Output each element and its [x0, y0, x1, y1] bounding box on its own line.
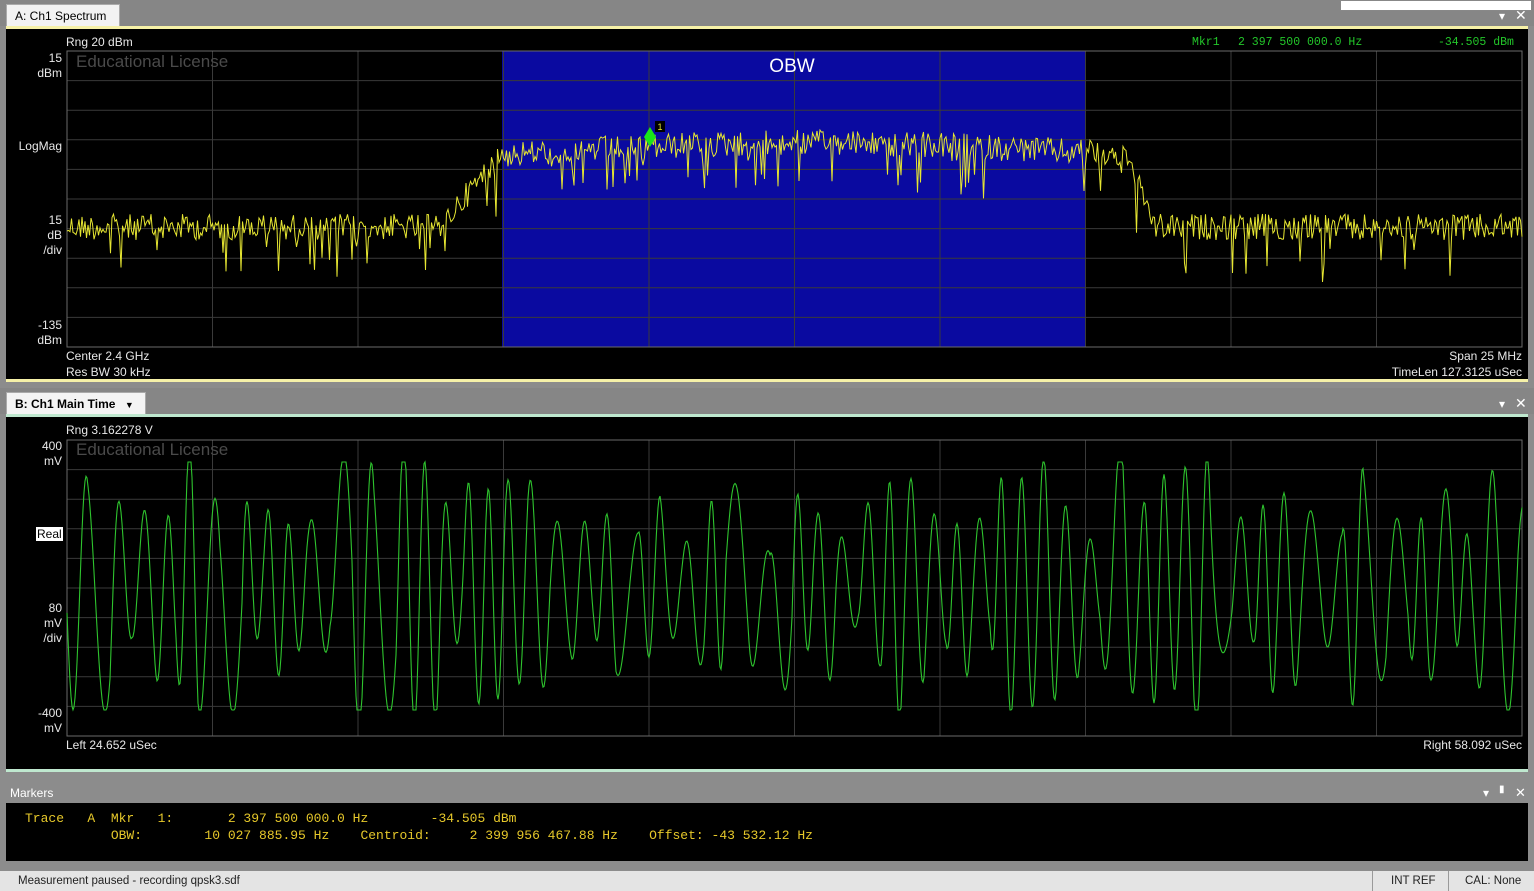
- tab-dropdown-icon[interactable]: ▼: [125, 400, 134, 410]
- y-bottom-label: -135 dBm: [37, 318, 62, 347]
- y-top-label: 15 dBm: [37, 51, 62, 80]
- watermark-a: Educational License: [76, 52, 229, 71]
- dropdown-arrow-icon[interactable]: ▾: [1483, 786, 1489, 800]
- res-bw-label: Res BW 30 kHz: [66, 365, 151, 379]
- y-format-label-b[interactable]: Real: [36, 527, 63, 541]
- center-freq-label: Center 2.4 GHz: [66, 349, 150, 363]
- timelen-label: TimeLen 127.3125 uSec: [1391, 365, 1522, 379]
- marker-header-value: -34.505 dBm: [1438, 36, 1514, 49]
- close-icon[interactable]: ✕: [1515, 395, 1527, 412]
- y-bottom-label-b: -400 mV: [37, 706, 62, 735]
- span-label: Span 25 MHz: [1449, 349, 1522, 363]
- marker-line-1: Trace A Mkr 1: 2 397 500 000.0 Hz -34.50…: [25, 811, 517, 826]
- spectrum-grid: [67, 51, 1522, 347]
- marker-line-2: OBW: 10 027 885.95 Hz Centroid: 2 399 95…: [25, 828, 813, 843]
- trace-a-range: Rng 20 dBm: [66, 35, 133, 49]
- marker-header-freq: 2 397 500 000.0 Hz: [1238, 36, 1363, 49]
- watermark-b: Educational License: [76, 440, 229, 459]
- y-top-label-b: 400 mV: [41, 439, 62, 468]
- pin-icon[interactable]: ▮: [1499, 784, 1505, 795]
- markers-body: Trace A Mkr 1: 2 397 500 000.0 Hz -34.50…: [6, 803, 1528, 861]
- trace-b-tabstrip: B: Ch1 Main Time ▼ ▾ ✕: [0, 388, 1534, 414]
- obw-label: OBW: [769, 56, 814, 77]
- time-plot[interactable]: [66, 439, 1523, 737]
- dropdown-arrow-icon[interactable]: ▾: [1499, 397, 1505, 411]
- y-scale-label-b: 80 mV/div: [43, 601, 62, 645]
- close-icon[interactable]: ✕: [1515, 785, 1526, 801]
- trace-a-tabstrip: A: Ch1 Spectrum ▾ ✕: [0, 0, 1534, 26]
- tab-trace-a[interactable]: A: Ch1 Spectrum: [6, 4, 120, 26]
- y-scale-label: 15 dB/div: [43, 213, 62, 257]
- int-ref-indicator[interactable]: INT REF: [1372, 871, 1447, 891]
- corner-box: [1340, 0, 1532, 11]
- time-grid: [67, 440, 1522, 736]
- marker-number: 1: [657, 122, 662, 132]
- status-message: Measurement paused - recording qpsk3.sdf: [18, 875, 240, 887]
- markers-title: Markers: [10, 786, 54, 800]
- tab-trace-b[interactable]: B: Ch1 Main Time ▼: [6, 392, 146, 414]
- markers-header: Markers ▾ ▮ ✕: [6, 782, 1528, 803]
- status-bar: Measurement paused - recording qpsk3.sdf…: [0, 871, 1534, 891]
- left-time-label: Left 24.652 uSec: [66, 738, 157, 752]
- spectrum-plot[interactable]: OBW 1: [66, 50, 1523, 348]
- dropdown-arrow-icon[interactable]: ▾: [1499, 9, 1505, 23]
- trace-b-range: Rng 3.162278 V: [66, 423, 153, 437]
- right-time-label: Right 58.092 uSec: [1423, 738, 1522, 752]
- tab-trace-b-label: B: Ch1 Main Time: [15, 397, 116, 411]
- cal-indicator[interactable]: CAL: None: [1448, 871, 1534, 891]
- y-format-label[interactable]: LogMag: [6, 139, 62, 154]
- marker-header-name: Mkr1: [1192, 36, 1220, 49]
